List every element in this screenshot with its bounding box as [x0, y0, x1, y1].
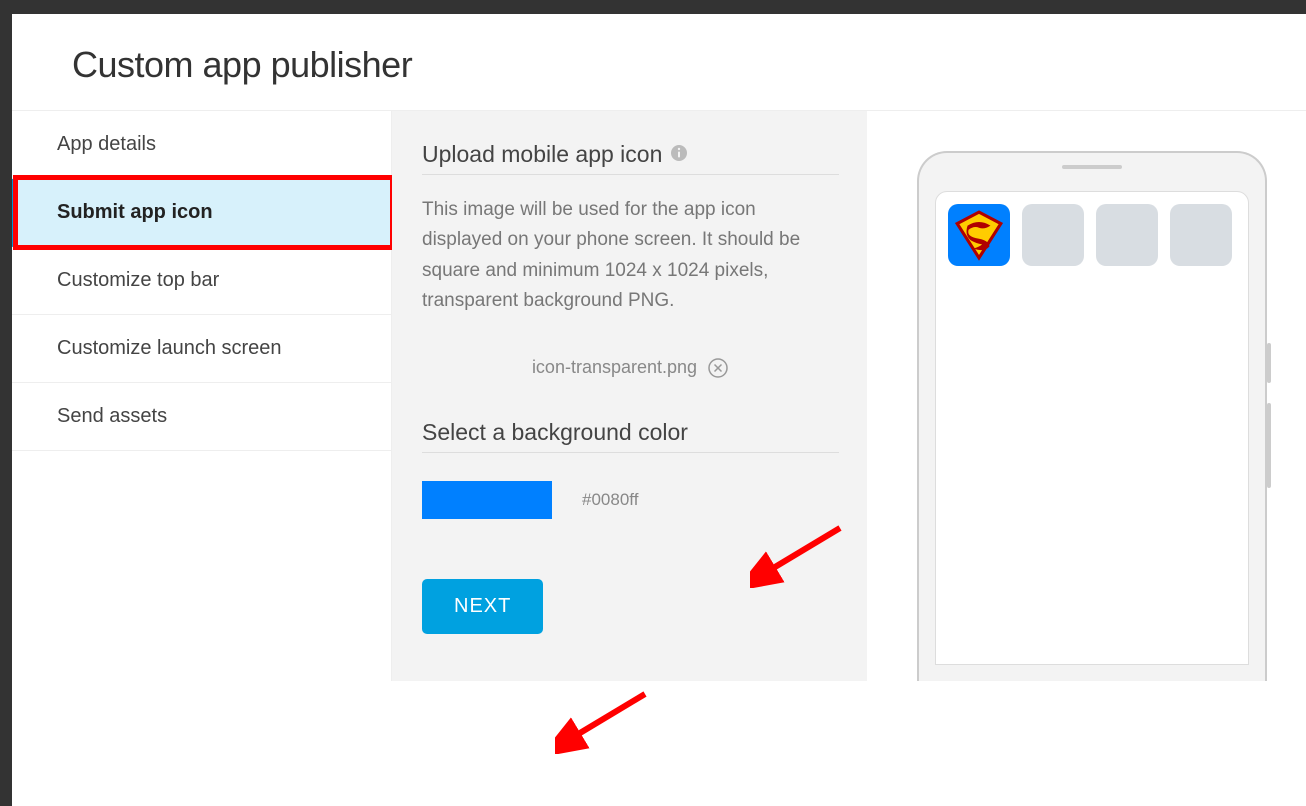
sidebar-item-customize-top-bar[interactable]: Customize top bar	[12, 247, 391, 315]
annotation-arrow-icon	[555, 684, 655, 754]
preview-panel	[867, 111, 1306, 681]
sidebar-item-submit-app-icon[interactable]: Submit app icon	[12, 179, 391, 247]
color-row: #0080ff	[422, 481, 839, 519]
page-header: Custom app publisher	[12, 14, 1306, 111]
phone-side-button	[1267, 343, 1271, 383]
main-panel: Upload mobile app icon This image will b…	[392, 111, 867, 681]
home-icon-grid	[948, 204, 1236, 266]
upload-section-title: Upload mobile app icon	[422, 141, 662, 168]
sidebar-item-label: App details	[57, 133, 156, 155]
sidebar-item-label: Submit app icon	[57, 201, 213, 223]
sidebar-item-label: Customize launch screen	[57, 337, 282, 359]
placeholder-icon-tile	[1170, 204, 1232, 266]
upload-section-description: This image will be used for the app icon…	[422, 195, 839, 317]
color-swatch[interactable]	[422, 481, 552, 519]
phone-mockup	[917, 151, 1267, 681]
sidebar-item-app-details[interactable]: App details	[12, 111, 391, 179]
phone-screen	[935, 191, 1249, 665]
app-icon-tile	[948, 204, 1010, 266]
color-hex-value: #0080ff	[582, 490, 638, 510]
superman-logo-icon	[953, 209, 1005, 261]
placeholder-icon-tile	[1096, 204, 1158, 266]
remove-file-icon[interactable]	[707, 357, 729, 379]
sidebar: App details Submit app icon Customize to…	[12, 111, 392, 681]
uploaded-file-row: icon-transparent.png	[422, 357, 839, 379]
background-section-title: Select a background color	[422, 419, 839, 453]
sidebar-item-send-assets[interactable]: Send assets	[12, 383, 391, 451]
page-title: Custom app publisher	[72, 44, 1266, 86]
placeholder-icon-tile	[1022, 204, 1084, 266]
sidebar-item-label: Send assets	[57, 405, 167, 427]
upload-section-title-row: Upload mobile app icon	[422, 141, 839, 175]
page-body: App details Submit app icon Customize to…	[12, 111, 1306, 681]
uploaded-file-name: icon-transparent.png	[532, 357, 697, 378]
next-button[interactable]: NEXT	[422, 579, 543, 634]
sidebar-item-customize-launch-screen[interactable]: Customize launch screen	[12, 315, 391, 383]
sidebar-item-label: Customize top bar	[57, 269, 219, 291]
info-icon[interactable]	[670, 141, 688, 168]
phone-side-button	[1267, 403, 1271, 488]
